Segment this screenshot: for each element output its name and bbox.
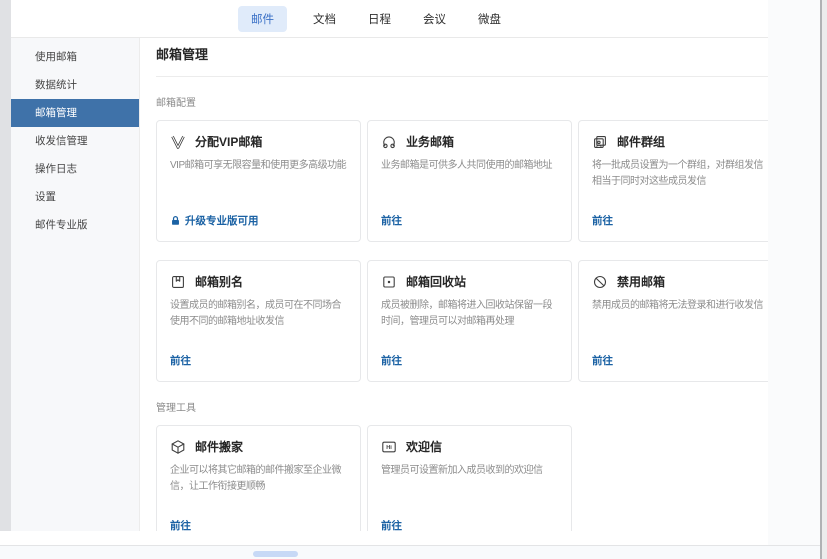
tab-calendar[interactable]: 日程 [366,7,393,31]
lock-icon [170,215,181,226]
card-description: 禁用成员的邮箱将无法登录和进行收发信 [592,298,768,314]
sidebar-item-statistics[interactable]: 数据统计 [11,71,139,99]
card-title: 禁用邮箱 [617,273,665,290]
tab-mail[interactable]: 邮件 [238,6,287,32]
go-label: 前往 [381,518,402,531]
mailbox-config-grid: 分配VIP邮箱 VIP邮箱可享无限容量和使用更多高级功能 升级专业版可用 [156,120,768,382]
mailbox-recycle-icon [381,274,397,290]
admin-app: 邮件 文档 日程 会议 微盘 使用邮箱 数据统计 邮箱管理 收发信管理 操作日志… [11,0,768,531]
tab-meeting[interactable]: 会议 [421,7,448,31]
go-link[interactable]: 前往 [592,353,768,368]
top-navigation: 邮件 文档 日程 会议 微盘 [11,0,768,38]
card-title: 分配VIP邮箱 [195,133,262,150]
page-title: 邮箱管理 [156,47,768,63]
management-tools-grid: 邮件搬家 企业可以将其它邮箱的邮件搬家至企业微信，让工作衔接更顺畅 前往 Hi … [156,425,768,531]
disable-mailbox-icon [592,274,608,290]
sidebar: 使用邮箱 数据统计 邮箱管理 收发信管理 操作日志 设置 邮件专业版 [11,38,139,531]
go-link[interactable]: 前往 [592,213,768,228]
card-business-mailbox[interactable]: 业务邮箱 业务邮箱是可供多人共同使用的邮箱地址 前往 [367,120,572,242]
upgrade-pro-link[interactable]: 升级专业版可用 [170,213,347,228]
section-label-management-tools: 管理工具 [156,402,768,415]
card-title: 欢迎信 [406,438,442,455]
go-link[interactable]: 前往 [381,213,558,228]
go-link[interactable]: 前往 [170,353,347,368]
sidebar-item-use-mailbox[interactable]: 使用邮箱 [11,43,139,71]
card-welcome-letter[interactable]: Hi 欢迎信 管理员可设置新加入成员收到的欢迎信 前往 [367,425,572,531]
go-link[interactable]: 前往 [381,518,558,531]
tab-docs[interactable]: 文档 [311,7,338,31]
sidebar-item-settings[interactable]: 设置 [11,183,139,211]
card-description: 将一批成员设置为一个群组，对群组发信相当于同时对这些成员发信 [592,158,768,190]
card-mail-migration[interactable]: 邮件搬家 企业可以将其它邮箱的邮件搬家至企业微信，让工作衔接更顺畅 前往 [156,425,361,531]
go-label: 前往 [381,353,402,368]
card-mail-group[interactable]: 邮件群组 将一批成员设置为一个群组，对群组发信相当于同时对这些成员发信 前往 [578,120,768,242]
tab-drive[interactable]: 微盘 [476,7,503,31]
go-link[interactable]: 前往 [170,518,347,531]
mail-migration-icon [170,439,186,455]
card-description: VIP邮箱可享无限容量和使用更多高级功能 [170,158,347,174]
card-description: 设置成员的邮箱别名，成员可在不同场合使用不同的邮箱地址收发信 [170,298,347,330]
business-mailbox-icon [381,134,397,150]
section-label-mailbox-config: 邮箱配置 [156,97,768,110]
bottom-empty-area [0,531,768,545]
go-label: 前往 [170,518,191,531]
card-vip-mailbox[interactable]: 分配VIP邮箱 VIP邮箱可享无限容量和使用更多高级功能 升级专业版可用 [156,120,361,242]
vertical-scrollbar-track[interactable] [822,0,827,559]
card-title: 邮箱别名 [195,273,243,290]
mailbox-alias-icon [170,274,186,290]
upgrade-pro-label: 升级专业版可用 [185,213,259,228]
welcome-letter-icon: Hi [381,439,397,455]
card-description: 成员被删除，邮箱将进入回收站保留一段时间，管理员可以对邮箱再处理 [381,298,558,330]
sidebar-item-mail-pro[interactable]: 邮件专业版 [11,211,139,239]
horizontal-scrollbar-thumb[interactable] [253,551,298,557]
svg-text:Hi: Hi [386,445,392,451]
go-label: 前往 [592,353,613,368]
go-link[interactable]: 前往 [381,353,558,368]
card-description: 管理员可设置新加入成员收到的欢迎信 [381,463,558,479]
card-title: 邮箱回收站 [406,273,466,290]
mail-group-icon [592,134,608,150]
card-description: 业务邮箱是可供多人共同使用的邮箱地址 [381,158,558,174]
sidebar-item-mailbox-management[interactable]: 邮箱管理 [11,99,139,127]
title-divider [156,76,768,77]
sidebar-item-operation-log[interactable]: 操作日志 [11,155,139,183]
card-title: 邮件群组 [617,133,665,150]
sidebar-item-send-receive[interactable]: 收发信管理 [11,127,139,155]
go-label: 前往 [381,213,402,228]
card-description: 企业可以将其它邮箱的邮件搬家至企业微信，让工作衔接更顺畅 [170,463,347,495]
card-title: 业务邮箱 [406,133,454,150]
main-content: 邮箱管理 邮箱配置 分配VIP邮箱 VIP邮箱可享无限容量和使用更多高级功能 [139,38,768,531]
card-mailbox-recycle-bin[interactable]: 邮箱回收站 成员被删除，邮箱将进入回收站保留一段时间，管理员可以对邮箱再处理 前… [367,260,572,382]
window-left-edge [0,0,11,531]
vip-icon [170,134,186,150]
card-title: 邮件搬家 [195,438,243,455]
card-disable-mailbox[interactable]: 禁用邮箱 禁用成员的邮箱将无法登录和进行收发信 前往 [578,260,768,382]
go-label: 前往 [170,353,191,368]
go-label: 前往 [592,213,613,228]
card-mailbox-alias[interactable]: 邮箱别名 设置成员的邮箱别名，成员可在不同场合使用不同的邮箱地址收发信 前往 [156,260,361,382]
right-empty-area [768,0,820,545]
horizontal-scrollbar-track[interactable] [0,545,820,559]
